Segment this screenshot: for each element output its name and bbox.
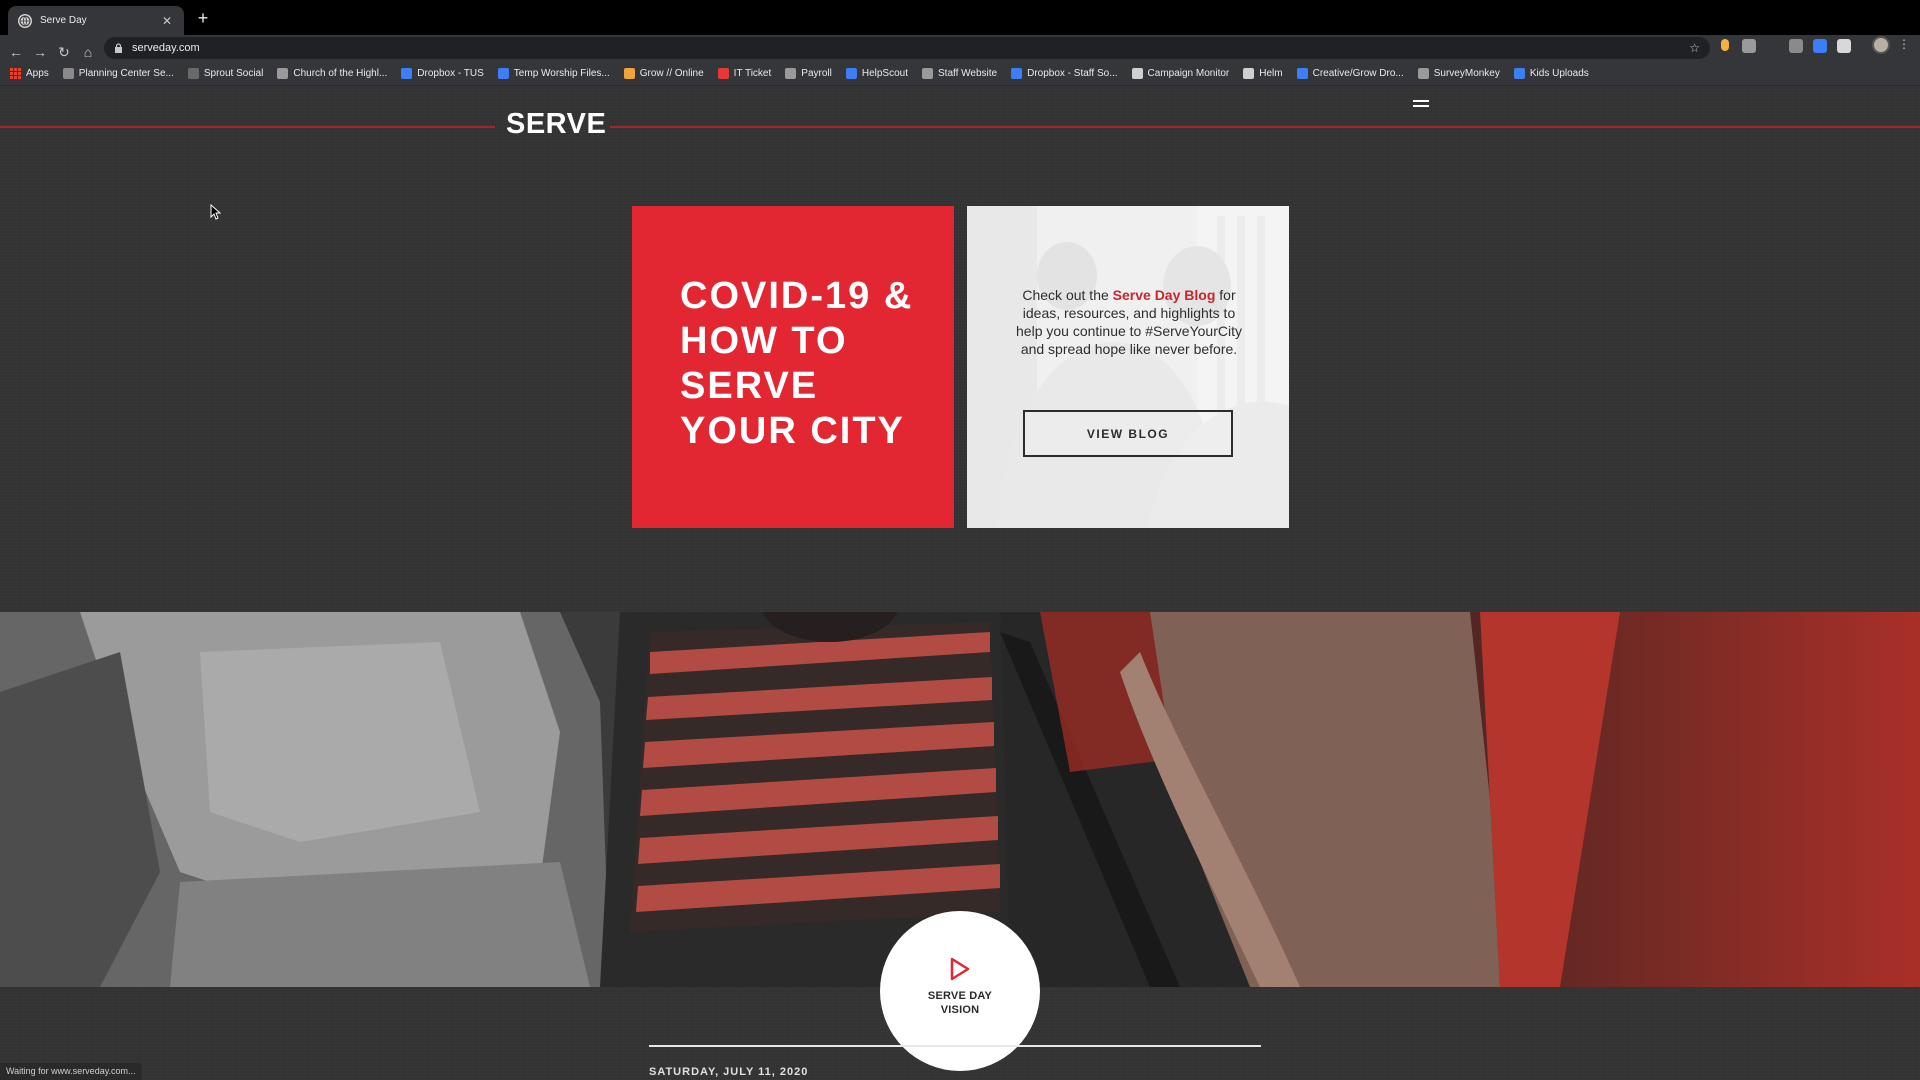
- bookmark-label: Campaign Monitor: [1147, 68, 1230, 79]
- forward-arrow-icon[interactable]: →: [31, 43, 49, 61]
- bookmark-item[interactable]: Kids Uploads: [1513, 68, 1589, 79]
- address-bar[interactable]: serveday.com ☆: [104, 37, 1710, 59]
- staff-website-icon: [922, 68, 933, 79]
- bookmark-item[interactable]: Sprout Social: [187, 68, 264, 79]
- bookmark-label: HelpScout: [861, 68, 908, 79]
- serve-day-blog-link[interactable]: Serve Day Blog: [1113, 287, 1216, 303]
- surveymonkey-icon: [1417, 68, 1429, 79]
- dropbox-icon: [1011, 68, 1023, 79]
- view-blog-button[interactable]: VIEW BLOG: [1023, 410, 1233, 457]
- extension-icon[interactable]: [1813, 39, 1827, 53]
- dropbox-icon: [497, 68, 509, 79]
- bookmark-label: Grow // Online: [639, 68, 704, 79]
- mouse-cursor-icon: [210, 204, 222, 220]
- date-divider: [649, 1045, 1261, 1047]
- serve-day-vision-video-button[interactable]: SERVE DAY VISION: [880, 911, 1040, 1071]
- browser-menu-icon[interactable]: ⋮: [1898, 38, 1910, 50]
- extension-icon[interactable]: [1837, 39, 1851, 53]
- web-page: SERVE COVID-19 & HOW TO SERVE YOUR CITY …: [0, 86, 1920, 1080]
- bookmark-item[interactable]: SurveyMonkey: [1417, 68, 1500, 79]
- grow-icon: [623, 68, 635, 79]
- tab-close-icon[interactable]: ✕: [160, 14, 174, 28]
- dropbox-icon: [1513, 68, 1525, 79]
- bookmark-item[interactable]: Staff Website: [922, 68, 997, 79]
- church-icon: [277, 68, 289, 79]
- globe-icon: [18, 13, 32, 28]
- profile-avatar[interactable]: [1872, 36, 1890, 54]
- header-divider: [610, 126, 1920, 128]
- bookmark-item[interactable]: Grow // Online: [623, 68, 704, 79]
- helpscout-icon: [845, 68, 857, 79]
- bookmark-label: Dropbox - TUS: [417, 68, 484, 79]
- feature-heading: COVID-19 & HOW TO SERVE YOUR CITY: [680, 275, 914, 452]
- covid-feature-card[interactable]: COVID-19 & HOW TO SERVE YOUR CITY: [632, 206, 954, 528]
- planning-center-icon: [62, 68, 74, 79]
- bookmark-label: Kids Uploads: [1529, 68, 1589, 79]
- bookmark-label: Dropbox - Staff So...: [1027, 68, 1118, 79]
- tab-title: Serve Day: [40, 15, 87, 26]
- bookmark-star-icon[interactable]: ☆: [1689, 41, 1700, 55]
- sprout-social-icon: [187, 68, 199, 79]
- dropbox-icon: [401, 68, 413, 79]
- bookmark-item[interactable]: Creative/Grow Dro...: [1296, 68, 1404, 79]
- reload-icon[interactable]: ↻: [55, 43, 73, 61]
- browser-status-bar: Waiting for www.serveday.com...: [0, 1063, 142, 1080]
- campaign-monitor-icon: [1131, 68, 1143, 79]
- bookmark-item[interactable]: Apps: [10, 68, 49, 79]
- bookmark-label: Church of the Highl...: [293, 68, 388, 79]
- blog-text: Check out the: [1022, 287, 1113, 303]
- site-logo[interactable]: SERVE: [506, 108, 606, 141]
- home-icon[interactable]: ⌂: [79, 43, 97, 61]
- vision-label: SERVE DAY VISION: [927, 990, 993, 1016]
- lock-icon: [115, 43, 122, 53]
- bookmark-label: Sprout Social: [203, 68, 264, 79]
- blog-card: Check out the Serve Day Blog for ideas, …: [967, 206, 1289, 528]
- payroll-icon: [785, 68, 797, 79]
- it-ticket-icon: [717, 68, 729, 79]
- bookmark-label: IT Ticket: [733, 68, 772, 79]
- bookmark-label: Helm: [1259, 68, 1283, 79]
- bookmark-item[interactable]: Campaign Monitor: [1131, 68, 1230, 79]
- bookmark-label: Creative/Grow Dro...: [1312, 68, 1404, 79]
- bookmark-item[interactable]: Payroll: [785, 68, 832, 79]
- extension-icon[interactable]: [1789, 39, 1803, 53]
- apps-grid-icon: [10, 68, 21, 79]
- bookmark-label: Staff Website: [938, 68, 998, 79]
- bookmark-label: Payroll: [801, 68, 832, 79]
- extension-icon[interactable]: [1765, 39, 1779, 53]
- new-tab-button[interactable]: +: [194, 9, 212, 27]
- blog-background-photo: [967, 206, 1289, 528]
- bookmark-item[interactable]: Dropbox - Staff So...: [1011, 68, 1118, 79]
- bookmarks-bar: Apps Planning Center Se... Sprout Social Ch…: [0, 62, 1920, 86]
- bookmark-item[interactable]: HelpScout: [845, 68, 908, 79]
- bookmark-item[interactable]: Planning Center Se...: [62, 68, 174, 79]
- bookmark-label: Planning Center Se...: [78, 68, 174, 79]
- bookmark-item[interactable]: Dropbox - TUS: [401, 68, 484, 79]
- bookmark-label: Temp Worship Files...: [513, 68, 610, 79]
- back-arrow-icon[interactable]: ←: [7, 43, 25, 61]
- url-text: serveday.com: [132, 42, 200, 54]
- bookmark-item[interactable]: Church of the Highl...: [277, 68, 387, 79]
- dropbox-icon: [1296, 68, 1308, 79]
- bookmark-item[interactable]: Helm: [1243, 68, 1283, 79]
- bookmark-item[interactable]: IT Ticket: [717, 68, 772, 79]
- bookmark-item[interactable]: Temp Worship Files...: [497, 68, 610, 79]
- extension-icon[interactable]: [1742, 39, 1756, 53]
- play-icon: [950, 957, 970, 981]
- header-divider: [0, 126, 495, 128]
- bookmark-label: Apps: [26, 68, 49, 79]
- bookmark-label: SurveyMonkey: [1433, 68, 1500, 79]
- browser-tab-strip: Serve Day ✕ +: [0, 0, 1920, 35]
- event-date: SATURDAY, JULY 11, 2020: [649, 1066, 809, 1078]
- browser-tab[interactable]: Serve Day ✕: [8, 6, 184, 35]
- helm-icon: [1243, 68, 1255, 79]
- extension-icon[interactable]: [1721, 39, 1729, 51]
- hamburger-menu-icon[interactable]: [1413, 100, 1429, 110]
- blog-description: Check out the Serve Day Blog for ideas, …: [1013, 286, 1245, 358]
